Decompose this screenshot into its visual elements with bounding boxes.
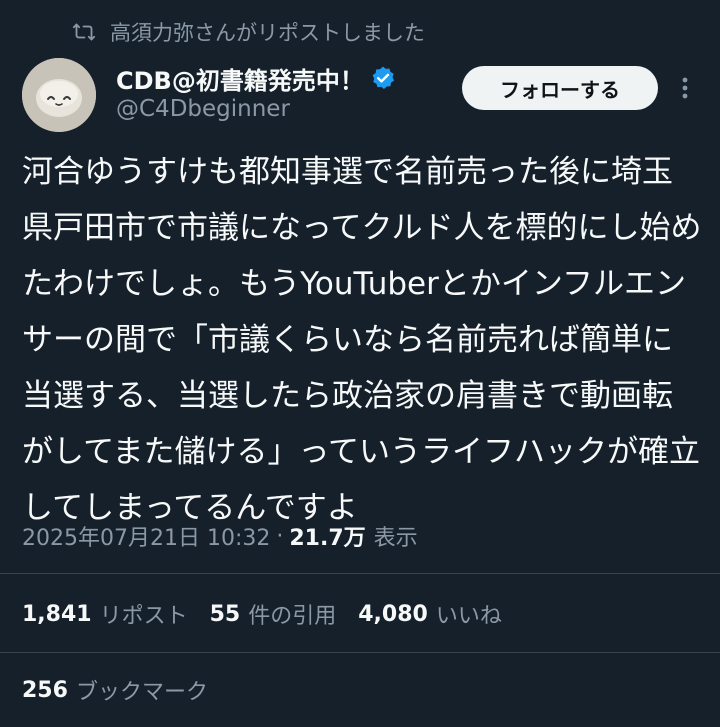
meta-separator: · [276,523,284,549]
reposts-stat[interactable]: 1,841 リポスト [22,598,188,630]
views-count: 21.7万 [289,526,366,551]
bookmarks-count: 256 [22,677,68,703]
bookmarks-label: ブックマーク [75,680,208,705]
repost-notice-text: 高須力弥さんがリポストしました [110,21,425,45]
repost-icon [72,20,96,44]
tweet-meta: 2025年07月21日 10:32 · 21.7万 表示 [22,514,418,558]
tweet-text: 河合ゆうすけも都知事選で名前売った後に埼玉県戸田市で市議になってクルド人を標的に… [22,154,702,526]
divider [0,652,720,653]
quotes-label: 件の引用 [248,604,337,629]
likes-label: いいね [435,604,502,629]
timestamp-link[interactable]: 2025年07月21日 10:32 [22,520,270,552]
display-name-row[interactable]: CDB@初書籍発売中！ [116,60,396,96]
avatar[interactable] [22,58,96,132]
bookmarks-stat[interactable]: 256 ブックマーク [22,670,208,710]
views-label: 表示 [373,526,418,551]
more-options-button[interactable] [670,72,700,104]
repost-notice[interactable]: 高須力弥さんがリポストしました [72,14,425,50]
username[interactable]: @C4Dbeginner [116,96,290,122]
engagement-stats: 1,841 リポスト 55 件の引用 4,080 いいね [22,594,524,634]
quotes-count: 55 [209,601,241,627]
bookmarks-stat-inner: 256 ブックマーク [22,674,208,706]
reposts-label: リポスト [99,604,188,629]
more-icon [682,77,688,99]
follow-button[interactable]: フォローする [462,66,658,110]
verified-badge-icon [370,65,396,91]
divider [0,573,720,574]
quotes-stat[interactable]: 55 件の引用 [210,598,337,630]
likes-stat[interactable]: 4,080 いいね [358,598,502,630]
likes-count: 4,080 [358,601,428,627]
display-name[interactable]: CDB@初書籍発売中！ [116,61,364,96]
reposts-count: 1,841 [22,601,92,627]
